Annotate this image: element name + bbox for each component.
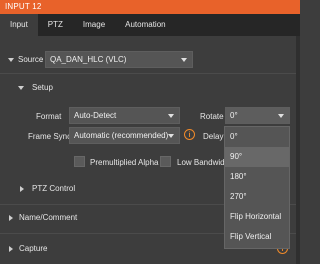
rotate-option-180[interactable]: 180° bbox=[225, 167, 289, 187]
divider bbox=[0, 73, 296, 74]
premultiplied-alpha-checkbox[interactable] bbox=[74, 156, 85, 167]
chevron-down-icon bbox=[278, 114, 284, 118]
rotate-option-90[interactable]: 90° bbox=[225, 147, 289, 167]
chevron-right-icon[interactable] bbox=[20, 186, 24, 192]
rotate-dropdown-menu: 0° 90° 180° 270° Flip Horizontal Flip Ve… bbox=[224, 126, 290, 249]
chevron-down-icon bbox=[181, 58, 187, 62]
delay-label: Delay bbox=[203, 132, 224, 141]
chevron-down-icon bbox=[168, 134, 174, 138]
name-comment-title: Name/Comment bbox=[19, 213, 78, 222]
premultiplied-alpha-label: Premultiplied Alpha bbox=[90, 158, 159, 167]
tab-bar: Input PTZ Image Automation bbox=[0, 14, 300, 36]
chevron-down-icon[interactable] bbox=[8, 58, 14, 62]
tab-ptz[interactable]: PTZ bbox=[38, 14, 73, 36]
source-dropdown-value: QA_DAN_HLC (VLC) bbox=[50, 55, 127, 64]
rotate-option-270[interactable]: 270° bbox=[225, 187, 289, 207]
setup-section-header[interactable]: Setup bbox=[0, 78, 296, 98]
format-dropdown[interactable]: Auto-Detect bbox=[69, 107, 180, 124]
tab-automation[interactable]: Automation bbox=[115, 14, 175, 36]
source-colon: : bbox=[40, 55, 43, 64]
rotate-dropdown[interactable]: 0° bbox=[225, 107, 290, 124]
chevron-down-icon[interactable] bbox=[18, 86, 24, 90]
ptz-control-title: PTZ Control bbox=[32, 184, 76, 193]
window-title: INPUT 12 bbox=[0, 0, 300, 14]
setup-title: Setup bbox=[32, 83, 53, 92]
info-icon[interactable]: i bbox=[184, 129, 195, 140]
tab-image[interactable]: Image bbox=[73, 14, 115, 36]
tab-input[interactable]: Input bbox=[0, 14, 38, 36]
format-dropdown-value: Auto-Detect bbox=[74, 111, 117, 120]
frame-sync-dropdown[interactable]: Automatic (recommended) bbox=[69, 127, 180, 144]
scrollbar[interactable] bbox=[296, 36, 300, 264]
rotate-option-flip-horizontal[interactable]: Flip Horizontal bbox=[225, 207, 289, 227]
rotate-option-0[interactable]: 0° bbox=[225, 127, 289, 147]
chevron-right-icon[interactable] bbox=[9, 215, 13, 221]
capture-title: Capture bbox=[19, 244, 48, 253]
frame-sync-dropdown-value: Automatic (recommended) bbox=[74, 131, 169, 140]
chevron-right-icon[interactable] bbox=[9, 246, 13, 252]
rotate-label: Rotate bbox=[200, 112, 224, 121]
frame-sync-label: Frame Sync bbox=[28, 132, 72, 141]
chevron-down-icon bbox=[168, 114, 174, 118]
low-bandwidth-checkbox[interactable] bbox=[160, 156, 171, 167]
rotate-dropdown-value: 0° bbox=[230, 111, 238, 120]
source-dropdown[interactable]: QA_DAN_HLC (VLC) bbox=[45, 51, 193, 68]
format-label: Format bbox=[36, 112, 62, 121]
rotate-option-flip-vertical[interactable]: Flip Vertical bbox=[225, 227, 289, 247]
